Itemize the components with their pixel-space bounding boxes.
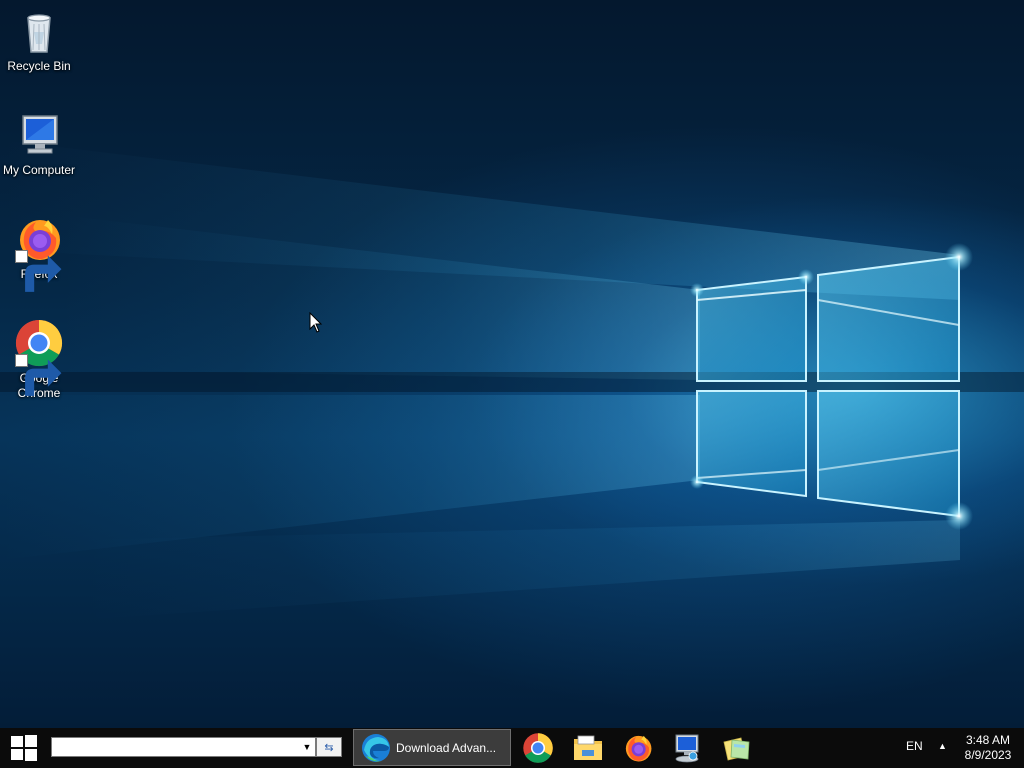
chrome-icon — [523, 733, 553, 763]
desktop: Recycle Bin My Computer Firefox Google C… — [0, 0, 1024, 728]
taskbar-pinned-computer-network[interactable] — [669, 731, 705, 765]
desktop-icon-my-computer[interactable]: My Computer — [0, 110, 78, 178]
desktop-icon-google-chrome[interactable]: Google Chrome — [0, 318, 78, 401]
shortcut-arrow-icon — [15, 250, 62, 292]
file-explorer-icon — [574, 735, 602, 760]
chevron-down-icon[interactable]: ▼ — [301, 741, 313, 753]
address-input[interactable] — [54, 739, 294, 755]
clock-time: 3:48 AM — [965, 733, 1011, 747]
firefox-icon — [625, 735, 652, 762]
windows-logo-icon — [11, 735, 37, 761]
language-indicator[interactable]: EN — [906, 739, 923, 753]
taskbar-pinned-sticky-notes[interactable] — [719, 731, 755, 765]
address-go-button[interactable]: ⇆ — [316, 737, 342, 757]
desktop-icon-label: My Computer — [2, 163, 76, 177]
edge-icon — [362, 733, 390, 762]
chrome-icon — [14, 318, 64, 396]
wallpaper — [0, 140, 1024, 620]
desktop-icon-label: Recycle Bin — [7, 59, 71, 73]
taskbar-button-label: Download Advan... — [396, 740, 497, 755]
firefox-icon — [14, 214, 64, 292]
taskbar: ▼ ⇆ Download Advan... EN ▲ 3:48 AM 8/9/2… — [0, 728, 1024, 768]
show-hidden-icons-chevron-up-icon[interactable]: ▲ — [938, 741, 947, 751]
sticky-notes-icon — [723, 737, 750, 761]
taskbar-pinned-chrome[interactable] — [520, 731, 556, 765]
shortcut-arrow-icon — [15, 354, 62, 396]
computer-icon — [14, 110, 64, 160]
desktop-icon-recycle-bin[interactable]: Recycle Bin — [0, 6, 78, 74]
start-button[interactable] — [0, 728, 48, 768]
clock[interactable]: 3:48 AM 8/9/2023 — [958, 733, 1018, 763]
mouse-cursor-icon — [309, 312, 323, 333]
taskbar-pinned-firefox[interactable] — [620, 731, 656, 765]
desktop-icon-firefox[interactable]: Firefox — [0, 214, 78, 292]
computer-network-icon — [675, 734, 699, 763]
address-toolbar[interactable]: ▼ — [51, 737, 316, 757]
taskbar-pinned-file-explorer[interactable] — [570, 731, 606, 765]
clock-date: 8/9/2023 — [964, 748, 1012, 762]
taskbar-button-edge[interactable]: Download Advan... — [353, 729, 511, 766]
recycle-bin-icon — [14, 6, 64, 56]
refresh-arrows-icon: ⇆ — [324, 741, 334, 754]
